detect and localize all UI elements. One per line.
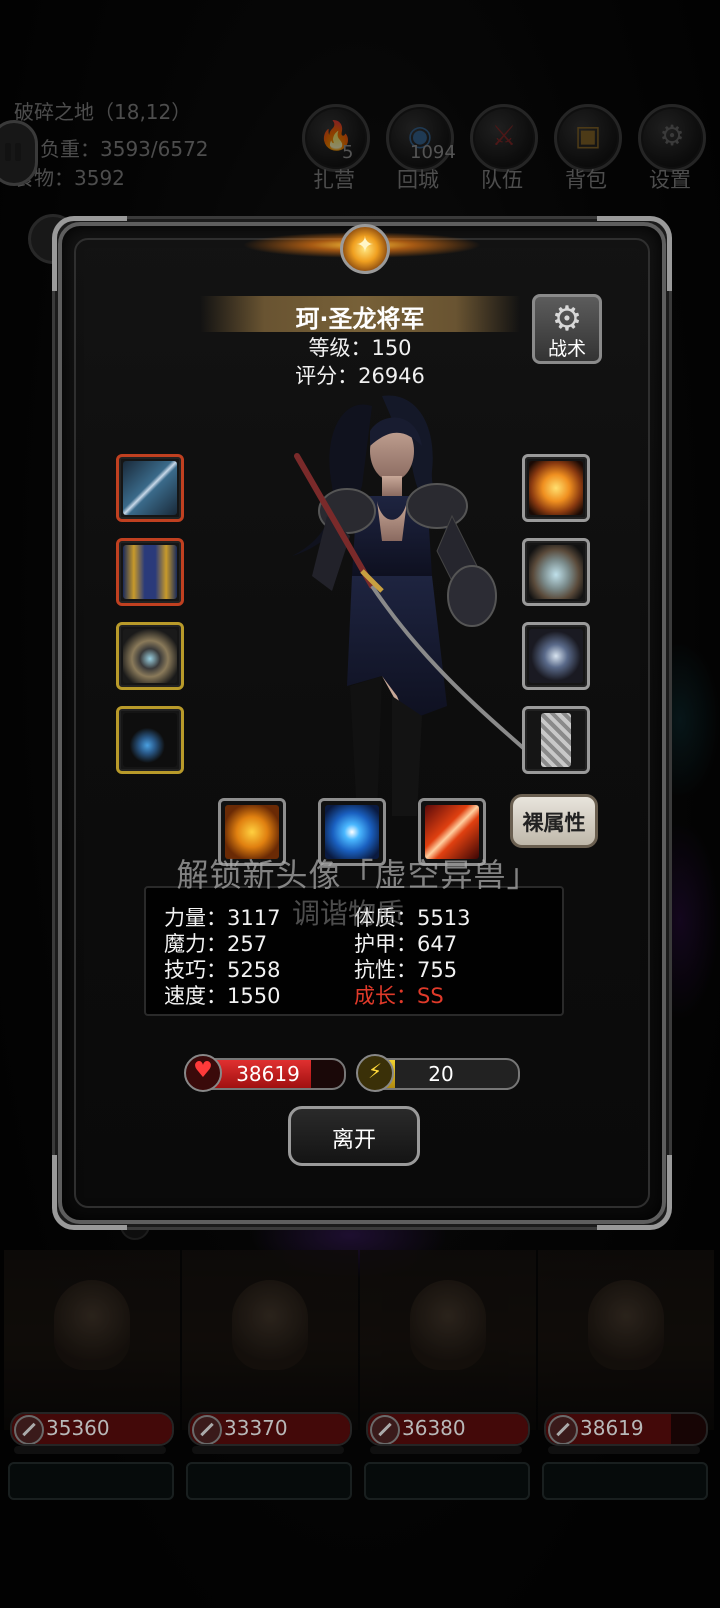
stone-icon[interactable] xyxy=(522,538,590,606)
necklace-icon[interactable] xyxy=(116,706,184,774)
party-hp-value: 35360 xyxy=(46,1416,110,1440)
leave-label: 离开 xyxy=(331,1128,376,1153)
frame-corner xyxy=(52,1155,127,1230)
lightning-icon xyxy=(356,1054,394,1092)
sword-icon xyxy=(548,1415,578,1444)
sword-icon xyxy=(14,1415,44,1444)
helmet-icon[interactable] xyxy=(116,622,184,690)
hero-name: 珂·圣龙将军 xyxy=(295,305,425,333)
frame-corner xyxy=(597,1155,672,1230)
party-hp-value: 33370 xyxy=(224,1416,288,1440)
tactics-label: 战术 xyxy=(547,338,586,360)
frame-corner xyxy=(52,216,127,291)
emblem-icon xyxy=(242,210,482,280)
flame-ring-icon[interactable] xyxy=(522,454,590,522)
tactics-button[interactable]: ⚙ 战术 xyxy=(532,294,602,364)
armor-icon[interactable] xyxy=(116,538,184,606)
bare-attributes-label: 裸属性 xyxy=(522,811,586,835)
unlock-notification: 解锁新头像「虚空异兽」 xyxy=(176,856,540,894)
sword-icon xyxy=(192,1415,222,1444)
unlock-subtext: 调谐物质 xyxy=(291,897,404,930)
frame-corner xyxy=(597,216,672,291)
emblem-icon[interactable] xyxy=(522,622,590,690)
sword-icon[interactable] xyxy=(116,454,184,522)
leave-button[interactable]: 离开 xyxy=(288,1106,420,1166)
heart-icon xyxy=(184,1054,222,1092)
gear-icon: ⚙ xyxy=(551,299,583,339)
stat-speed: 速度：1550 xyxy=(164,984,281,1008)
bare-attributes-button[interactable]: 裸属性 xyxy=(510,794,598,848)
hero-name-banner: 珂·圣龙将军 xyxy=(200,296,520,333)
party-hp-value: 36380 xyxy=(402,1416,466,1440)
chainmail-icon[interactable] xyxy=(522,706,590,774)
hero-level: 等级：150 xyxy=(308,336,412,360)
hero-portrait xyxy=(292,395,532,816)
character-dialog: 珂·圣龙将军 等级：150 评分：26946 ⚙ 战术 xyxy=(52,216,672,1230)
stat-growth: 成长：SS xyxy=(354,984,444,1008)
party-hp-value: 38619 xyxy=(580,1416,644,1440)
sword-icon xyxy=(370,1415,400,1444)
